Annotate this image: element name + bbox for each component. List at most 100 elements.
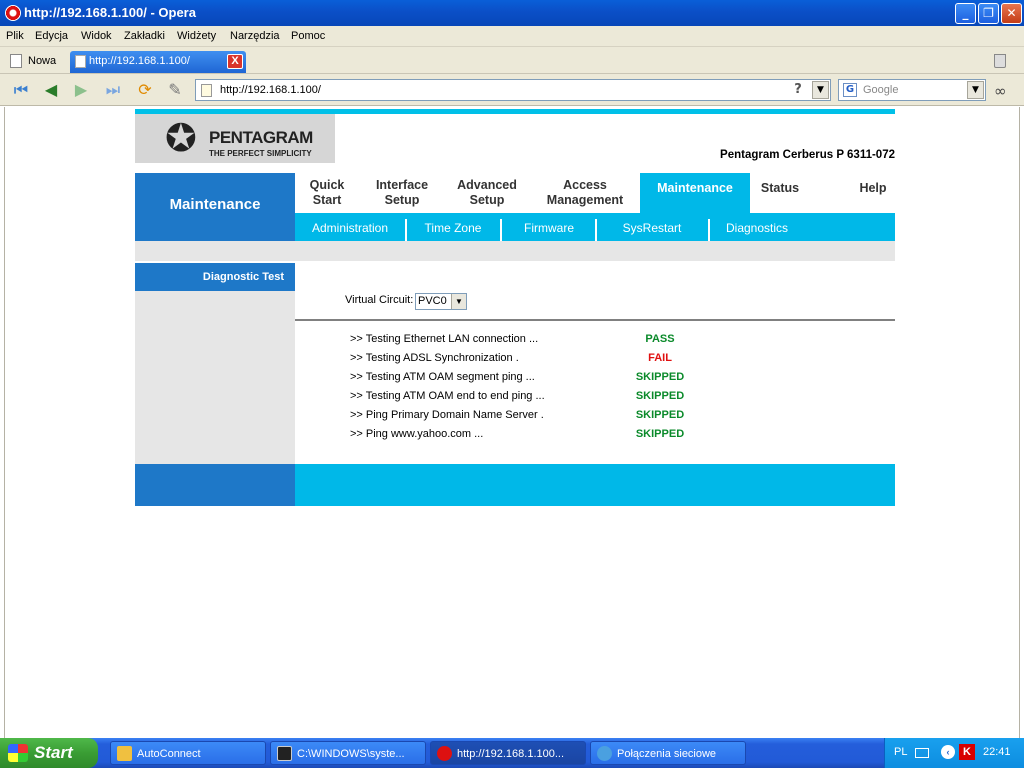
nav-access-management[interactable]: Access Management [533, 173, 637, 213]
window-title-bar: http://192.168.1.100/ - Opera _ ❐ ✕ [0, 0, 1024, 26]
close-window-button[interactable]: ✕ [1001, 3, 1022, 24]
reload-icon[interactable]: ⟳ [134, 80, 156, 100]
virtual-circuit-label: Virtual Circuit: [345, 294, 414, 306]
menu-widzety[interactable]: Widżety [177, 30, 216, 42]
nav-label: Advanced [457, 178, 517, 192]
chevron-down-icon: ▼ [451, 294, 466, 309]
subnav-firmware[interactable]: Firmware [504, 213, 594, 241]
subnav-time-zone[interactable]: Time Zone [409, 213, 497, 241]
menu-plik[interactable]: Plik [6, 30, 24, 42]
google-icon: G [843, 83, 857, 97]
nav-interface-setup[interactable]: Interface Setup [363, 173, 441, 213]
windows-logo-icon [8, 744, 28, 762]
maximize-button[interactable]: ❐ [978, 3, 999, 24]
subnav-divider [500, 219, 502, 241]
virtual-circuit-value: PVC0 [418, 295, 447, 307]
task-command-prompt[interactable]: C:\WINDOWS\syste... [270, 741, 426, 765]
nav-label: Start [312, 193, 342, 207]
trash-icon[interactable] [994, 54, 1006, 68]
show-hidden-icons-icon[interactable]: ‹ [941, 745, 955, 759]
search-dropdown-icon[interactable]: ▼ [967, 81, 984, 99]
nav-label: Setup [469, 193, 505, 207]
page-icon [75, 55, 86, 68]
close-tab-button[interactable]: X [227, 54, 243, 69]
spacer-bar [135, 241, 895, 261]
nav-status[interactable]: Status [750, 173, 810, 213]
test-name: >> Testing ATM OAM segment ping ... [350, 371, 535, 383]
nav-advanced-setup[interactable]: Advanced Setup [447, 173, 527, 213]
console-icon [277, 746, 292, 761]
subnav-sysrestart[interactable]: SysRestart [599, 213, 705, 241]
test-status: SKIPPED [635, 409, 685, 421]
test-status: SKIPPED [635, 428, 685, 440]
new-tab-button[interactable]: Nowa [8, 51, 56, 71]
subnav-divider [595, 219, 597, 241]
tab-active[interactable]: http://192.168.1.100/ X [70, 51, 246, 73]
task-label: AutoConnect [137, 748, 201, 760]
test-status: SKIPPED [635, 371, 685, 383]
rewind-icon[interactable]: ⏮ [10, 80, 32, 100]
menu-widok[interactable]: Widok [81, 30, 112, 42]
help-icon[interactable]: ? [790, 82, 806, 98]
minimize-button[interactable]: _ [955, 3, 976, 24]
network-icon [597, 746, 612, 761]
subnav-administration[interactable]: Administration [295, 213, 405, 241]
language-indicator[interactable]: PL [894, 746, 907, 758]
new-page-icon [10, 54, 22, 68]
test-name: >> Testing ADSL Synchronization . [350, 352, 519, 364]
nav-help[interactable]: Help [843, 173, 903, 213]
left-column: Diagnostic Test [135, 263, 295, 464]
test-row: >> Ping www.yahoo.com ... SKIPPED [350, 428, 684, 444]
test-row: >> Testing ATM OAM segment ping ... SKIP… [350, 371, 684, 387]
edit-icon[interactable]: ✎ [164, 80, 186, 100]
navigation-bar: ⏮ ◀ ▶ ⏭ ⟳ ✎ http://192.168.1.100/ ? ▼ G … [0, 74, 1024, 106]
task-autoconnect[interactable]: AutoConnect [110, 741, 266, 765]
nav-quick-start[interactable]: Quick Start [295, 173, 359, 213]
page-viewport: ✪ PENTAGRAM THE PERFECT SIMPLICITY Penta… [4, 107, 1020, 738]
task-opera[interactable]: http://192.168.1.100... [430, 741, 586, 765]
task-label: Połączenia sieciowe [617, 748, 717, 760]
results-divider [295, 319, 895, 321]
test-name: >> Ping Primary Domain Name Server . [350, 409, 544, 421]
test-row: >> Testing ATM OAM end to end ping ... S… [350, 390, 684, 406]
window-title: http://192.168.1.100/ - Opera [24, 5, 196, 20]
forward-icon[interactable]: ▶ [70, 80, 92, 100]
test-status: PASS [645, 333, 675, 345]
pentagram-logo: ✪ PENTAGRAM THE PERFECT SIMPLICITY [135, 114, 335, 163]
start-button[interactable]: Start [0, 738, 98, 768]
task-network-connections[interactable]: Połączenia sieciowe [590, 741, 746, 765]
page-icon [201, 84, 212, 97]
virtual-circuit-select[interactable]: PVC0 ▼ [415, 293, 467, 310]
glasses-icon[interactable]: ∞ [994, 82, 1007, 100]
menu-edycja[interactable]: Edycja [35, 30, 68, 42]
menu-narzedzia[interactable]: Narzędzia [230, 30, 280, 42]
test-row: >> Testing ADSL Synchronization . FAIL [350, 352, 680, 368]
menu-zakladki[interactable]: Zakładki [124, 30, 165, 42]
nav-label: Management [546, 193, 624, 207]
menu-bar: Plik Edycja Widok Zakładki Widżety Narzę… [0, 26, 1024, 47]
fast-forward-icon[interactable]: ⏭ [102, 80, 124, 100]
new-tab-label: Nowa [28, 55, 57, 67]
search-field[interactable]: G Google ▼ [838, 79, 986, 101]
keyboard-icon[interactable] [915, 748, 929, 758]
test-status: SKIPPED [635, 390, 685, 402]
subnav-divider [708, 219, 710, 241]
logo-tagline: THE PERFECT SIMPLICITY [209, 149, 312, 158]
device-model: Pentagram Cerberus P 6311-072 [720, 149, 895, 161]
subnav-diagnostics[interactable]: Diagnostics [712, 213, 802, 241]
subnav-divider [405, 219, 407, 241]
nav-label: Quick [309, 178, 345, 192]
test-name: >> Testing Ethernet LAN connection ... [350, 333, 539, 345]
address-dropdown-icon[interactable]: ▼ [812, 81, 829, 99]
back-icon[interactable]: ◀ [40, 80, 62, 100]
nav-maintenance[interactable]: Maintenance [640, 173, 750, 213]
logo-brand: PENTAGRAM [209, 128, 313, 147]
tab-bar: Nowa http://192.168.1.100/ X [0, 47, 1024, 74]
system-tray: PL ‹ K 22:41 [884, 738, 1024, 768]
address-field[interactable]: http://192.168.1.100/ ? ▼ [195, 79, 831, 101]
opera-icon [5, 5, 21, 21]
sub-nav: Administration Time Zone Firmware SysRes… [295, 213, 895, 241]
menu-pomoc[interactable]: Pomoc [291, 30, 325, 42]
clock: 22:41 [983, 746, 1011, 758]
kaspersky-icon[interactable]: K [959, 744, 975, 760]
